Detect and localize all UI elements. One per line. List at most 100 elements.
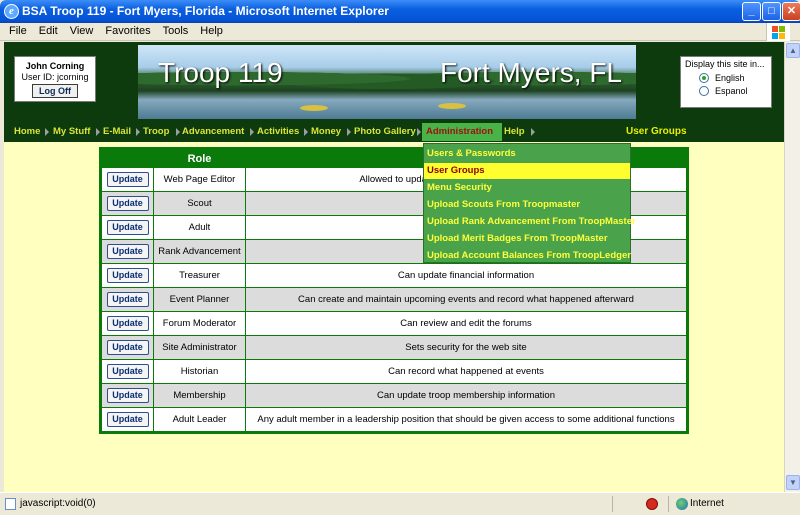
nav-money[interactable]: Money <box>311 126 341 137</box>
nav-bar: Home My Stuff E-Mail Troop Advancement A… <box>4 122 784 142</box>
nav-home[interactable]: Home <box>14 126 40 137</box>
description-cell: Sets security for the web site <box>245 335 687 360</box>
update-cell: Update <box>101 311 154 336</box>
menu-view[interactable]: View <box>64 23 100 40</box>
table-row: Update Forum Moderator Can review and edit… <box>101 311 687 336</box>
user-name: John Corning <box>25 61 85 71</box>
radio-espanol-icon[interactable] <box>699 86 709 96</box>
update-cell: Update <box>101 335 154 360</box>
nav-arrow-icon <box>45 128 49 136</box>
menu-help[interactable]: Help <box>194 23 229 40</box>
dropdown-menu-security[interactable]: Menu Security <box>424 180 630 196</box>
nav-help[interactable]: Help <box>504 126 525 137</box>
table-row: Update Historian Can record what happened … <box>101 359 687 384</box>
dropdown-upload-merit-badges[interactable]: Upload Merit Badges From TroopMaster <box>424 231 630 247</box>
nav-arrow-icon <box>417 128 421 136</box>
radio-english-icon[interactable] <box>699 73 709 83</box>
description-cell: Any adult member in a leadership positio… <box>245 407 687 432</box>
dropdown-upload-scouts[interactable]: Upload Scouts From Troopmaster <box>424 197 630 213</box>
table-row: Update Event Planner Can create and mainta… <box>101 287 687 312</box>
nav-activities[interactable]: Activities <box>257 126 299 137</box>
menu-edit[interactable]: Edit <box>33 23 64 40</box>
description-cell: Can review and edit the forums <box>245 311 687 336</box>
close-button[interactable]: ✕ <box>782 2 800 21</box>
table-row: Update Site Administrator Sets security fo… <box>101 335 687 360</box>
update-cell: Update <box>101 407 154 432</box>
vertical-scrollbar[interactable]: ▲ ▼ <box>784 42 800 492</box>
banner-title-right: Fort Myers, FL <box>439 57 622 88</box>
update-button[interactable]: Update <box>106 196 149 211</box>
update-cell: Update <box>101 191 154 216</box>
update-cell: Update <box>101 287 154 312</box>
window-title: BSA Troop 119 - Fort Myers, Florida - Mi… <box>22 4 389 18</box>
site-banner: John Corning User ID: jcorning Log Off T… <box>4 42 784 122</box>
page-viewport: John Corning User ID: jcorning Log Off T… <box>4 42 784 492</box>
log-off-button[interactable]: Log Off <box>32 84 78 98</box>
update-button[interactable]: Update <box>106 412 149 427</box>
description-cell: Can update troop membership information <box>245 383 687 408</box>
update-button[interactable]: Update <box>106 172 149 187</box>
dropdown-user-groups[interactable]: User Groups <box>424 163 630 179</box>
nav-email[interactable]: E-Mail <box>103 126 131 137</box>
nav-advancement[interactable]: Advancement <box>182 126 244 137</box>
administration-dropdown: Users & Passwords User Groups Menu Secur… <box>423 143 636 264</box>
nav-troop[interactable]: Troop <box>143 126 169 137</box>
scroll-down-icon[interactable]: ▼ <box>786 475 800 490</box>
globe-icon <box>676 498 688 510</box>
banner-title-left: Troop 119 <box>158 57 283 88</box>
role-cell: Treasurer <box>153 263 246 288</box>
user-box: John Corning User ID: jcorning Log Off <box>14 56 96 102</box>
update-button[interactable]: Update <box>106 268 149 283</box>
minimize-button[interactable]: _ <box>742 2 761 21</box>
windows-logo-icon <box>766 23 790 41</box>
update-cell: Update <box>101 215 154 240</box>
nav-arrow-icon <box>136 128 140 136</box>
update-cell: Update <box>101 263 154 288</box>
update-button[interactable]: Update <box>106 316 149 331</box>
scroll-up-icon[interactable]: ▲ <box>786 43 800 58</box>
nav-arrow-icon <box>347 128 351 136</box>
security-zone: Internet <box>690 498 724 509</box>
language-box: Display this site in... English Espanol <box>680 56 772 108</box>
banner-photo: Troop 119 Fort Myers, FL <box>138 45 636 119</box>
menu-tools[interactable]: Tools <box>157 23 195 40</box>
dropdown-upload-balances[interactable]: Upload Account Balances From TroopLedger <box>424 248 631 264</box>
status-text: javascript:void(0) <box>20 498 96 509</box>
nav-arrow-icon <box>304 128 308 136</box>
update-button[interactable]: Update <box>106 220 149 235</box>
description-cell: Can create and maintain upcoming events … <box>245 287 687 312</box>
role-cell: Adult <box>153 215 246 240</box>
description-cell: Can record what happened at events <box>245 359 687 384</box>
role-cell: Historian <box>153 359 246 384</box>
menu-file[interactable]: File <box>3 23 33 40</box>
language-label-espanol: Espanol <box>715 86 748 96</box>
user-id: User ID: jcorning <box>21 72 89 82</box>
ie-icon: e <box>4 4 19 19</box>
menu-bar: File Edit View Favorites Tools Help <box>0 23 800 41</box>
header-button-col <box>101 149 154 168</box>
update-button[interactable]: Update <box>106 364 149 379</box>
language-option-espanol[interactable]: Espanol <box>699 86 767 96</box>
role-cell: Site Administrator <box>153 335 246 360</box>
dropdown-users-passwords[interactable]: Users & Passwords <box>424 146 630 162</box>
table-row: Update Treasurer Can update financial info… <box>101 263 687 288</box>
maximize-button[interactable]: □ <box>762 2 781 21</box>
role-cell: Rank Advancement <box>153 239 246 264</box>
dropdown-upload-rank[interactable]: Upload Rank Advancement From TroopMaster <box>424 214 636 230</box>
menu-favorites[interactable]: Favorites <box>99 23 156 40</box>
nav-my-stuff[interactable]: My Stuff <box>53 126 90 137</box>
update-button[interactable]: Update <box>106 244 149 259</box>
nav-arrow-icon <box>96 128 100 136</box>
update-cell: Update <box>101 383 154 408</box>
update-button[interactable]: Update <box>106 340 149 355</box>
update-cell: Update <box>101 359 154 384</box>
language-option-english[interactable]: English <box>699 73 767 83</box>
nav-arrow-icon <box>176 128 180 136</box>
role-cell: Adult Leader <box>153 407 246 432</box>
header-role: Role <box>153 149 246 168</box>
role-cell: Web Page Editor <box>153 167 246 192</box>
nav-photo-gallery[interactable]: Photo Gallery <box>354 126 416 137</box>
update-button[interactable]: Update <box>106 292 149 307</box>
nav-administration[interactable]: Administration <box>426 126 493 137</box>
update-button[interactable]: Update <box>106 388 149 403</box>
